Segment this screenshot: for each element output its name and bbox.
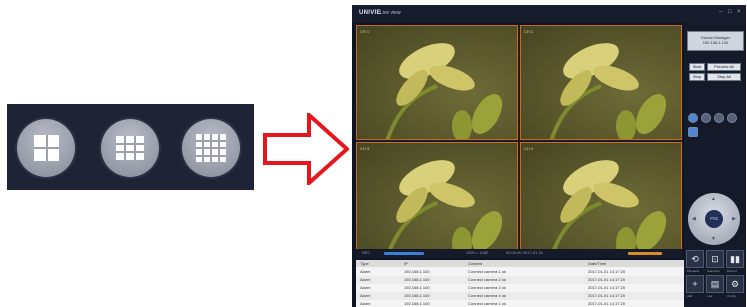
video-grid: CH 1 CH 2 CH 3 CH 4 — [356, 25, 683, 257]
column-header: Date/Time — [588, 261, 607, 266]
tool-label: Add — [687, 294, 693, 298]
start-button[interactable]: Start — [689, 63, 705, 71]
snapshot-button[interactable]: ⊡ — [706, 250, 724, 268]
tool-label: Playback — [687, 269, 700, 273]
table-cell: Connect camera 1 ok — [468, 301, 507, 306]
camera-label: CH 3 — [360, 146, 370, 151]
table-cell: Alarm — [360, 277, 371, 282]
table-cell: Alarm — [360, 269, 371, 274]
table-row[interactable]: Alarm 192.168.1.100 Connect camera 2 ok 201… — [356, 276, 684, 284]
table-cell: 2017-01-01 14:17:20 — [588, 301, 626, 306]
column-header: Content — [468, 261, 483, 266]
right-arrow-icon[interactable]: ▶ — [732, 216, 736, 222]
preset-dot[interactable] — [714, 113, 724, 123]
camera-label: CH 4 — [524, 146, 534, 151]
maximize-icon[interactable]: □ — [728, 9, 732, 15]
camera-view-1[interactable]: CH 1 — [356, 25, 518, 140]
vms-app-window: UNIVIE Live view – □ × CH 1 CH 2 CH 3 CH… — [352, 5, 746, 307]
ptz-joystick[interactable]: ▲ ▼ ◀ ▶ PTZ — [688, 193, 740, 245]
app-logo: UNIVIE — [359, 10, 381, 16]
table-cell: 2017-01-01 14:17:20 — [588, 293, 626, 298]
right-arrow-icon — [263, 113, 349, 185]
ptz-center-button[interactable]: PTZ — [705, 210, 723, 228]
lily-flower-image — [549, 43, 667, 139]
table-row[interactable]: Alarm 192.168.1.100 Connect camera 4 ok 201… — [356, 292, 684, 300]
tool-label: Snapshot — [707, 269, 720, 273]
close-icon[interactable]: × — [737, 9, 741, 15]
table-cell: Connect camera 3 ok — [468, 285, 507, 290]
table-cell: 2017-01-01 14:17:20 — [588, 277, 626, 282]
table-cell: 2017-01-01 14:17:20 — [588, 285, 626, 290]
status-middle: 1920 × 1080 — [466, 250, 489, 255]
status-bar: REC 1920 × 1080 00:00:00 2017-01-01 — [356, 249, 683, 258]
stop-button[interactable]: Stop — [689, 73, 705, 81]
table-header: Type IP Content Date/Time — [356, 260, 684, 267]
config-button[interactable]: ⚙ — [726, 275, 744, 293]
lily-flower-image — [385, 160, 503, 256]
preset-square[interactable] — [688, 127, 698, 137]
left-arrow-icon[interactable]: ◀ — [692, 216, 696, 222]
camera-label: CH 2 — [524, 29, 534, 34]
table-cell: 192.168.1.100 — [404, 293, 430, 298]
log-button[interactable]: ▤ — [706, 275, 724, 293]
tool-label: Config — [727, 294, 736, 298]
record-button[interactable]: ▮▮ — [726, 250, 744, 268]
preset-dot[interactable] — [688, 113, 698, 123]
table-cell: 192.168.1.100 — [404, 301, 430, 306]
status-right: 00:00:00 2017-01-01 — [506, 250, 544, 255]
device-box[interactable]: Device Manager 192.168.1.100 — [687, 31, 744, 51]
up-arrow-icon[interactable]: ▲ — [711, 196, 716, 202]
table-cell: Connect camera 2 ok — [468, 277, 507, 282]
status-left: REC — [362, 250, 371, 255]
tool-label: Record — [727, 269, 737, 273]
control-panel: Device Manager 192.168.1.100 Start Previ… — [684, 23, 746, 307]
table-cell: Alarm — [360, 301, 371, 306]
add-button[interactable]: + — [686, 275, 704, 293]
table-row[interactable]: Alarm 192.168.1.100 Connect camera 1 ok 201… — [356, 300, 684, 307]
preview-all-button[interactable]: Preview All — [707, 63, 741, 71]
table-cell: 192.168.1.100 — [404, 285, 430, 290]
table-cell: 2017-01-01 14:17:20 — [588, 269, 626, 274]
table-row[interactable]: Alarm 192.168.1.100 Connect camera 3 ok 201… — [356, 284, 684, 292]
table-cell: Connect camera 4 ok — [468, 293, 507, 298]
layout-4-split-button[interactable] — [17, 119, 75, 177]
column-header: Type — [360, 261, 369, 266]
table-row[interactable]: Alarm 192.168.1.100 Connect camera 1 ok 201… — [356, 268, 684, 276]
tool-label: Log — [707, 294, 713, 298]
app-title: Live view — [380, 10, 401, 16]
camera-view-2[interactable]: CH 2 — [520, 25, 682, 140]
preset-dot[interactable] — [727, 113, 737, 123]
device-box-line: 192.168.1.100 — [702, 40, 729, 45]
layout-16-split-button[interactable] — [182, 119, 240, 177]
table-cell: Alarm — [360, 293, 371, 298]
grid-16-icon — [196, 134, 226, 162]
minimize-icon[interactable]: – — [719, 9, 722, 15]
playback-button[interactable]: ⟲ — [686, 250, 704, 268]
lily-flower-image — [385, 43, 503, 139]
grid-4-icon — [34, 135, 59, 161]
camera-view-4[interactable]: CH 4 — [520, 142, 682, 257]
camera-view-3[interactable]: CH 3 — [356, 142, 518, 257]
lily-flower-image — [549, 160, 667, 256]
stop-all-button[interactable]: Stop All — [707, 73, 741, 81]
layout-9-split-button[interactable] — [101, 119, 159, 177]
volume-slider[interactable] — [384, 252, 424, 255]
table-cell: Connect camera 1 ok — [468, 269, 507, 274]
table-cell: 192.168.1.100 — [404, 269, 430, 274]
event-log-table: Type IP Content Date/Time Alarm 192.168.1… — [356, 260, 684, 307]
table-cell: Alarm — [360, 285, 371, 290]
camera-label: CH 1 — [360, 29, 370, 34]
table-cell: 192.168.1.100 — [404, 277, 430, 282]
grid-9-icon — [116, 136, 144, 160]
column-header: IP — [404, 261, 408, 266]
down-arrow-icon[interactable]: ▼ — [711, 236, 716, 242]
level-slider[interactable] — [628, 252, 662, 255]
preset-dot[interactable] — [701, 113, 711, 123]
layout-selector-toolbar — [7, 104, 254, 190]
title-bar: UNIVIE Live view – □ × — [352, 5, 746, 23]
